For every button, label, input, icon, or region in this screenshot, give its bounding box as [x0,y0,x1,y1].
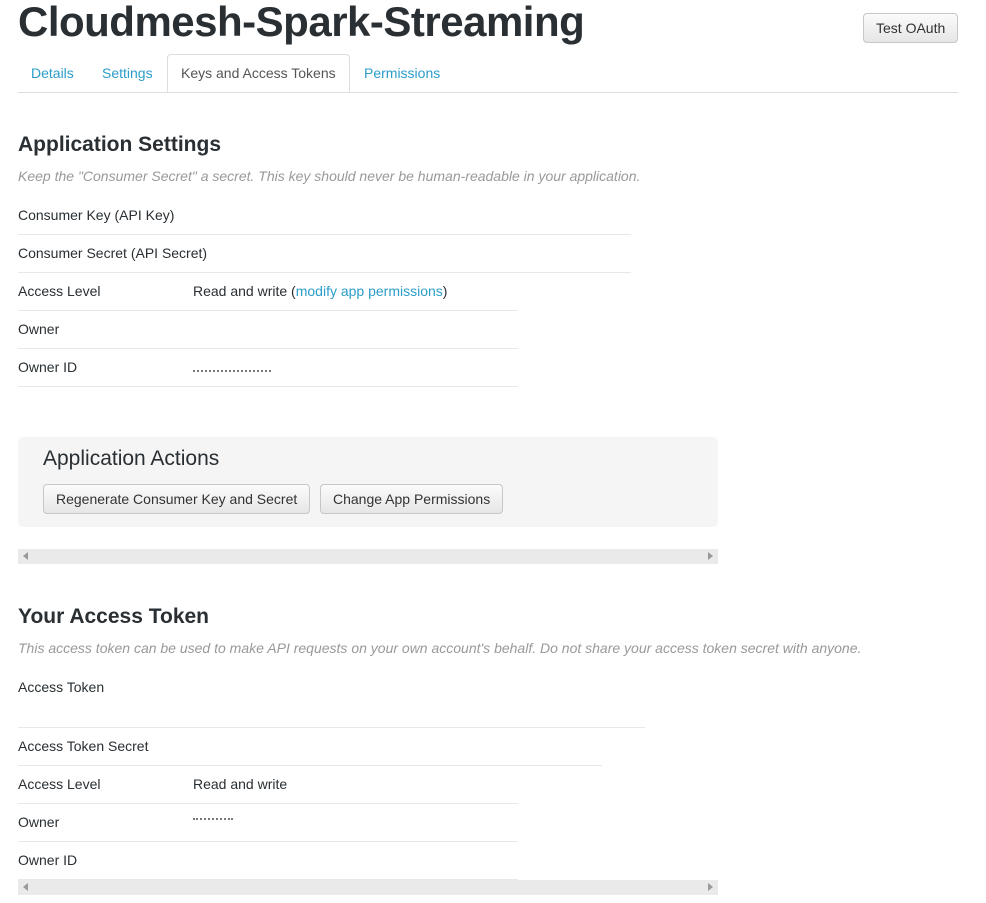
token-access-level-value: Read and write [193,776,288,792]
tab-bar: Details Settings Keys and Access Tokens … [18,54,958,93]
consumer-key-label: Consumer Key (API Key) [18,207,175,223]
token-owner-label: Owner [18,814,60,830]
change-app-permissions-button[interactable]: Change App Permissions [320,484,504,514]
access-level-row: Access Level Read and write (modify app … [18,273,518,311]
token-owner-redacted [193,818,233,823]
consumer-key-row: Consumer Key (API Key) [18,197,631,235]
access-token-row: Access Token [18,669,645,728]
tab-keys-and-access-tokens[interactable]: Keys and Access Tokens [167,54,350,92]
access-token-secret-row: Access Token Secret [18,728,602,766]
app-actions-title: Application Actions [43,447,220,470]
app-title: Cloudmesh-Spark-Streaming [18,0,585,45]
access-token-description: This access token can be used to make AP… [18,640,862,656]
app-settings-title: Application Settings [18,133,222,156]
application-actions-panel: Application Actions Regenerate Consumer … [18,437,718,527]
access-level-value: Read and write (modify app permissions) [193,283,447,299]
consumer-secret-label: Consumer Secret (API Secret) [18,245,208,261]
owner-label: Owner [18,321,60,337]
scroll-right-icon[interactable] [708,552,713,560]
owner-row: Owner [18,311,518,349]
token-access-level-label: Access Level [18,776,101,792]
token-owner-id-row: Owner ID [18,842,518,880]
regenerate-consumer-key-button[interactable]: Regenerate Consumer Key and Secret [43,484,311,514]
scroll-right-icon[interactable] [708,883,713,891]
token-owner-row: Owner [18,804,518,842]
access-token-title: Your Access Token [18,605,210,628]
tab-settings[interactable]: Settings [89,54,166,91]
token-owner-id-label: Owner ID [18,852,78,868]
owner-id-row: Owner ID [18,349,518,387]
consumer-secret-row: Consumer Secret (API Secret) [18,235,631,273]
access-level-close-paren: ) [442,283,448,299]
owner-id-label: Owner ID [18,359,78,375]
access-level-label: Access Level [18,283,101,299]
owner-id-redacted [193,370,271,375]
test-oauth-button[interactable]: Test OAuth [863,13,959,43]
tab-permissions[interactable]: Permissions [351,54,453,91]
horizontal-scrollbar[interactable] [18,549,718,564]
scroll-left-icon[interactable] [23,552,28,560]
app-settings-description: Keep the "Consumer Secret" a secret. Thi… [18,168,641,184]
scroll-left-icon[interactable] [23,883,28,891]
access-token-secret-label: Access Token Secret [18,738,149,754]
access-level-text: Read and write ( [193,283,296,299]
token-access-level-row: Access Level Read and write [18,766,518,804]
modify-app-permissions-link[interactable]: modify app permissions [296,283,443,299]
tab-details[interactable]: Details [18,54,87,91]
access-token-label: Access Token [18,679,105,695]
horizontal-scrollbar-bottom[interactable] [18,880,718,895]
